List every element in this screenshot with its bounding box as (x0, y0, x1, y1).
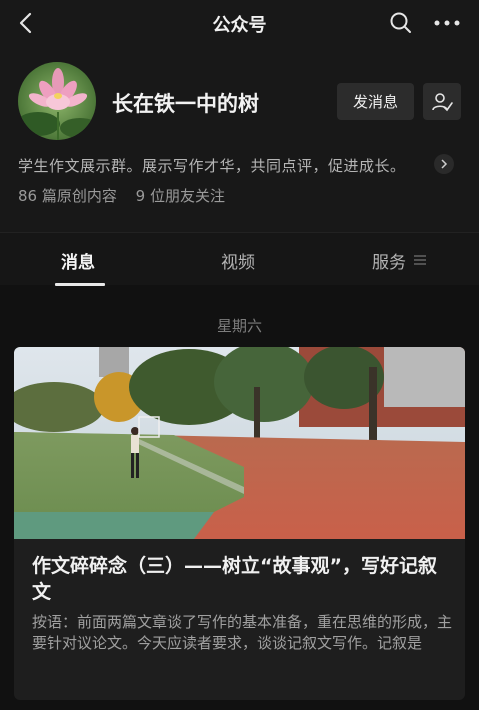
account-avatar[interactable] (18, 62, 96, 140)
chevron-right-icon (441, 159, 448, 169)
tab-services[interactable]: 服务 (372, 248, 406, 273)
original-count[interactable]: 86 篇原创内容 (18, 187, 117, 205)
account-stats: 86 篇原创内容 9 位朋友关注 (18, 185, 239, 206)
date-label: 星期六 (216, 317, 262, 335)
tab-bar: 消息 视频 服务 (0, 232, 479, 286)
search-icon (390, 12, 411, 33)
account-profile: 长在铁一中的树 发消息 学生作文展示群。展示写作才华，共同点评，促进成长。 86… (0, 46, 479, 232)
friends-following[interactable]: 9 位朋友关注 (136, 187, 225, 205)
more-button[interactable] (432, 10, 462, 36)
followed-button[interactable] (423, 83, 461, 120)
account-name: 长在铁一中的树 (112, 92, 259, 116)
tab-messages[interactable]: 消息 (61, 248, 95, 273)
followed-user-icon (432, 92, 453, 111)
article-title[interactable]: 作文碎碎念（三）——树立“故事观”，写好记叙文 (32, 553, 452, 605)
article-card[interactable]: 作文碎碎念（三）——树立“故事观”，写好记叙文 按语：前面两篇文章谈了写作的基本… (14, 347, 465, 700)
lotus-flower-avatar (18, 62, 96, 140)
search-button[interactable] (388, 10, 414, 36)
running-track-photo (14, 347, 465, 539)
more-dots-icon (434, 20, 460, 26)
tab-videos[interactable]: 视频 (221, 248, 255, 273)
article-summary: 按语：前面两篇文章谈了写作的基本准备，重在思维的形成，主要针对议论文。今天应读者… (32, 613, 453, 652)
send-message-button[interactable]: 发消息 (337, 83, 414, 120)
account-description: 学生作文展示群。展示写作才华，共同点评，促进成长。 (18, 157, 406, 175)
menu-icon (414, 255, 426, 265)
top-bar: 公众号 (0, 0, 479, 46)
active-tab-indicator (55, 283, 105, 286)
description-expand-button[interactable] (434, 154, 454, 174)
